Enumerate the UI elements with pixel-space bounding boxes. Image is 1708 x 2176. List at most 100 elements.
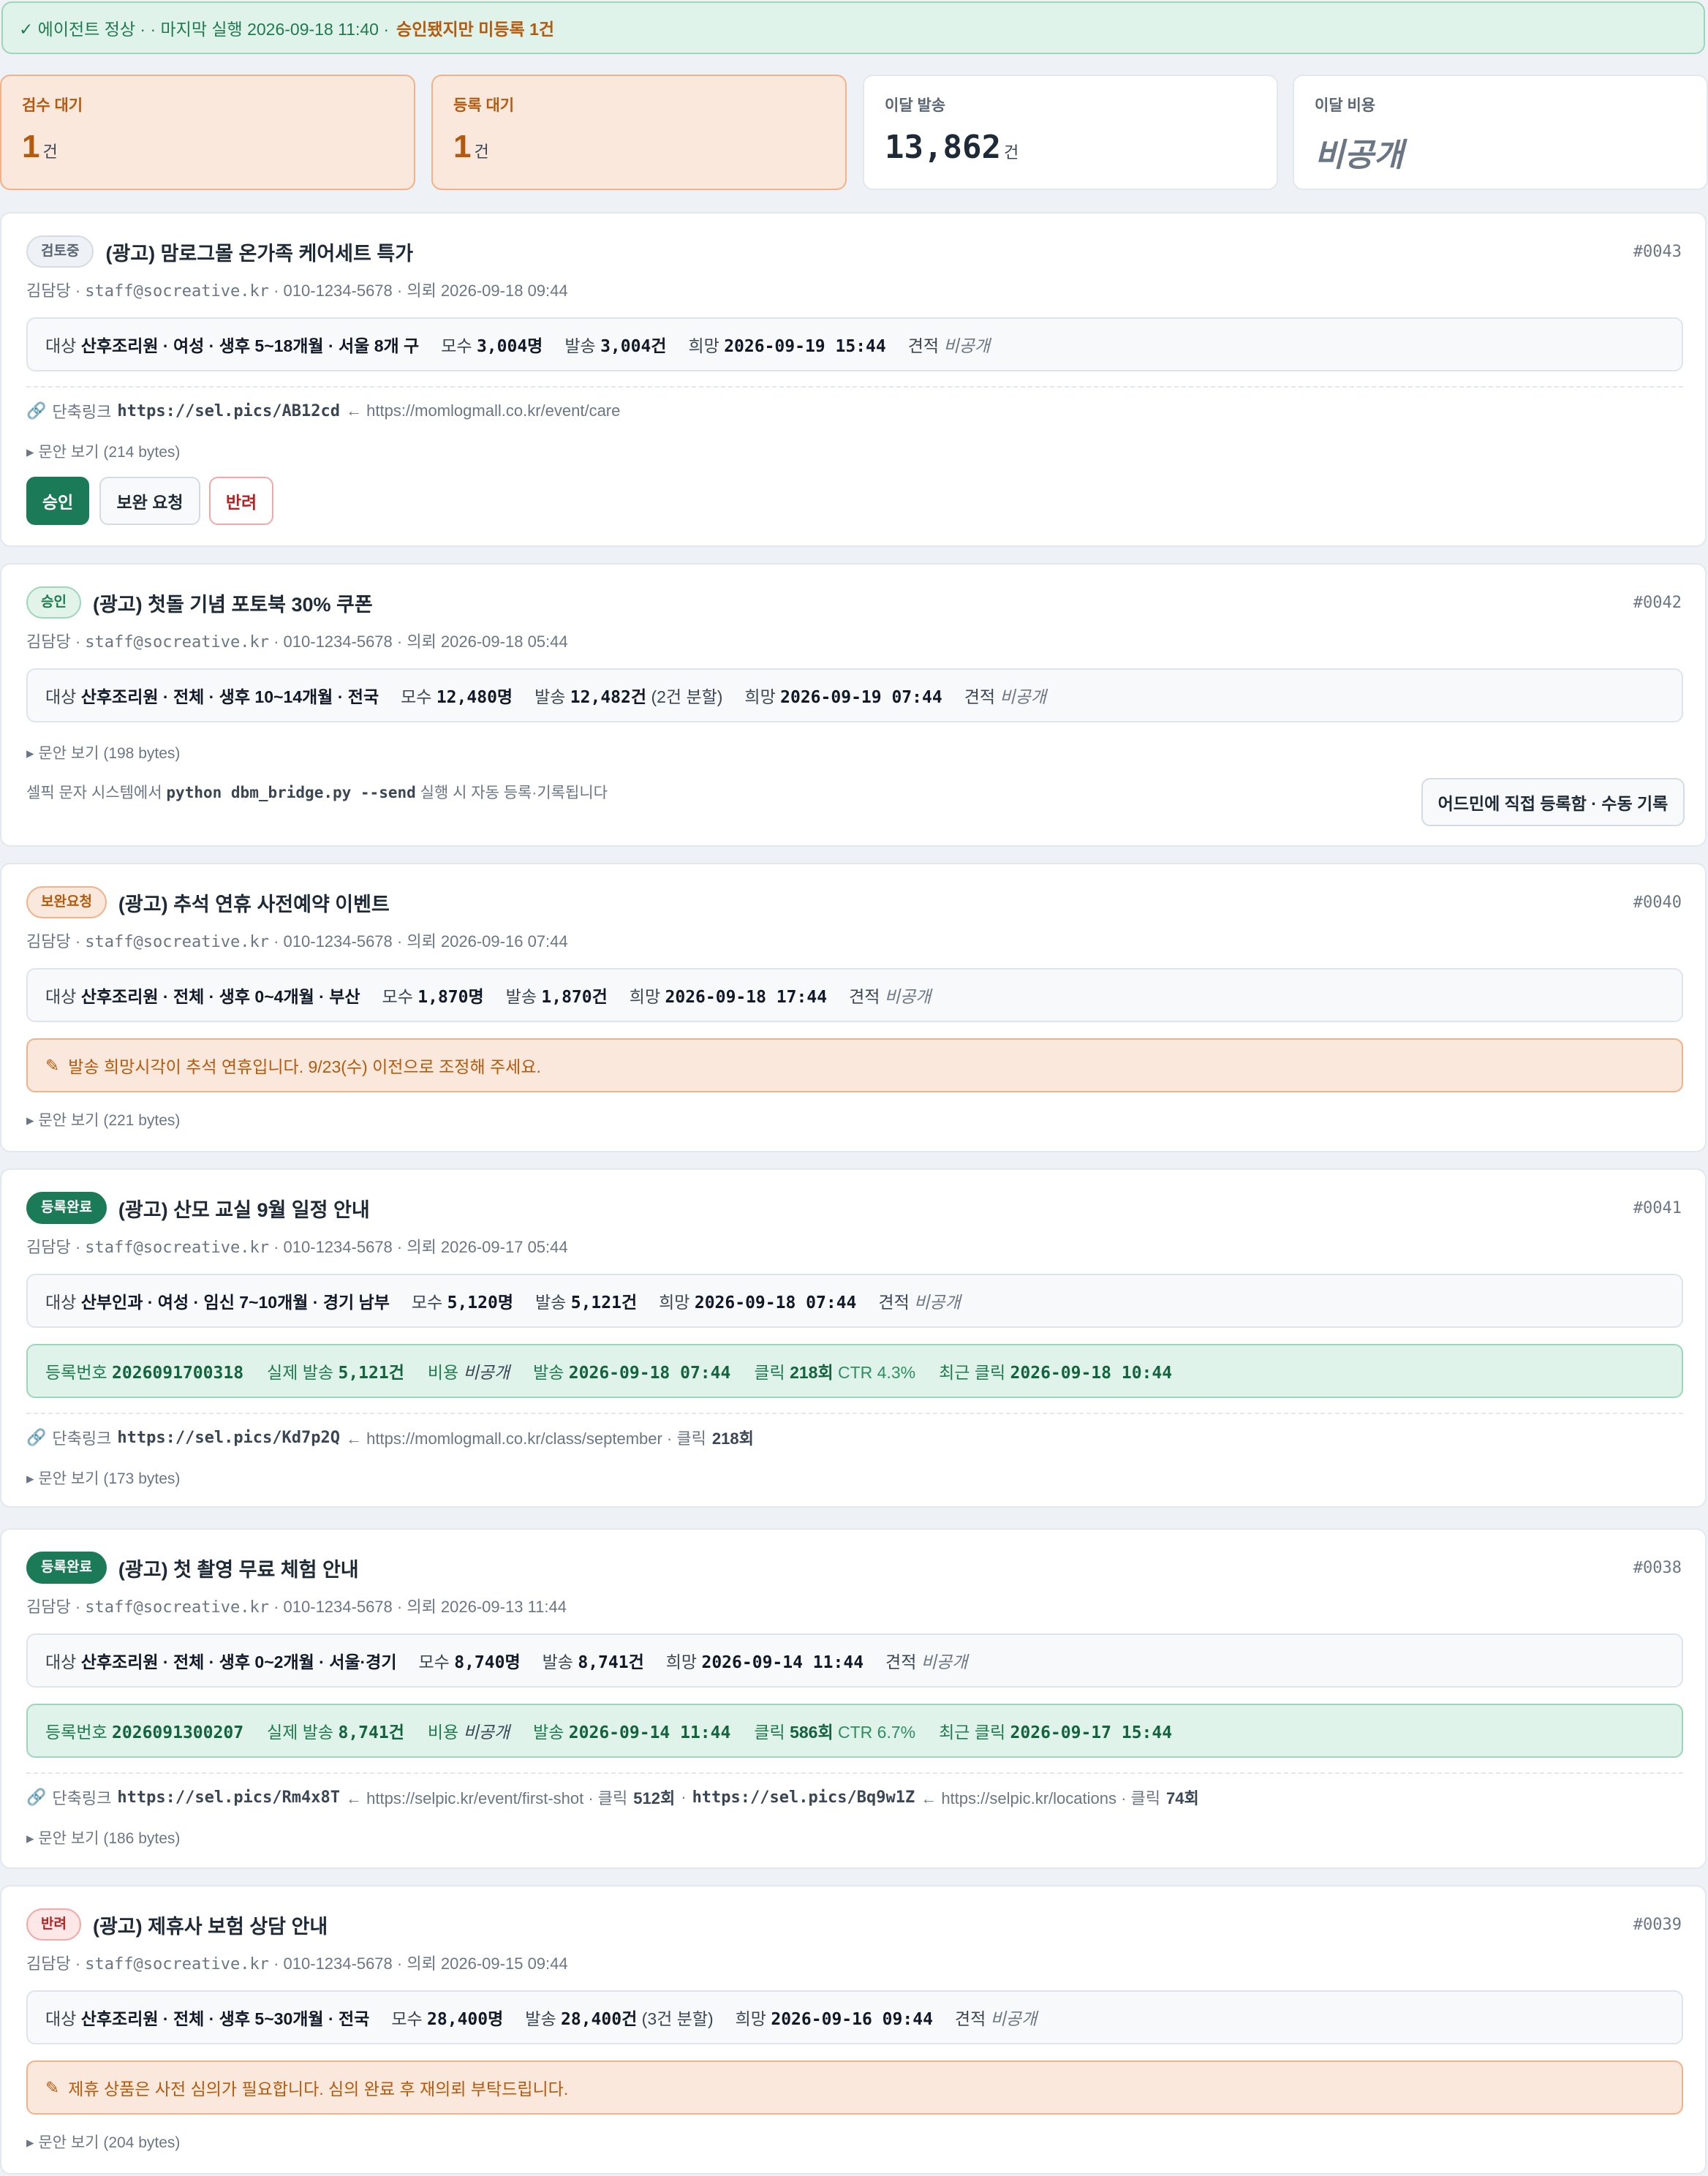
split-note: (3건 분할) bbox=[641, 2009, 714, 2028]
card-id: #0043 bbox=[1633, 243, 1682, 261]
card-id: #0038 bbox=[1633, 1559, 1682, 1577]
target-summary: 대상 산후조리원 · 여성 · 생후 5~18개월 · 서울 8개 구 모수 3… bbox=[26, 317, 1683, 371]
quote-value: 비공개 bbox=[943, 336, 990, 355]
target-summary: 대상 산후조리원 · 전체 · 생후 0~2개월 · 서울·경기 모수 8,74… bbox=[26, 1633, 1683, 1688]
requester-email: staff@socreative.kr bbox=[85, 633, 269, 651]
target-value: 산부인과 · 여성 · 임신 7~10개월 · 경기 남부 bbox=[80, 1293, 390, 1312]
card-meta: 김담당 · staff@socreative.kr · 010-1234-567… bbox=[26, 282, 568, 301]
link-icon: 🔗 bbox=[26, 1788, 47, 1806]
approve-button[interactable]: 승인 bbox=[26, 477, 89, 525]
message-toggle[interactable]: ▸ 문안 보기 (214 bytes) bbox=[26, 440, 180, 462]
population-value: 5,120명 bbox=[447, 1293, 513, 1312]
message-toggle[interactable]: ▸ 문안 보기 (198 bytes) bbox=[26, 741, 180, 763]
status-badge: 등록완료 bbox=[26, 1552, 107, 1584]
send-count-value: 28,400건 bbox=[561, 2010, 638, 2029]
requester-email: staff@socreative.kr bbox=[85, 933, 269, 951]
population-value: 1,870명 bbox=[417, 988, 484, 1007]
send-count-value: 1,870건 bbox=[541, 988, 608, 1007]
stat-label: 등록 대기 bbox=[453, 97, 515, 114]
original-url[interactable]: ← https://momlogmall.co.kr/event/care bbox=[346, 401, 620, 420]
divider bbox=[26, 386, 1683, 388]
actual-sent: 5,121건 bbox=[338, 1364, 404, 1383]
population-value: 3,004명 bbox=[476, 337, 543, 356]
registration-result: 등록번호 2026091700318 실제 발송 5,121건 비용 비공개 발… bbox=[26, 1344, 1683, 1398]
revision-note-text: 발송 희망시각이 추석 연휴입니다. 9/23(수) 이전으로 조정해 주세요. bbox=[68, 1057, 541, 1076]
stat-value: 비공개 bbox=[1315, 137, 1404, 173]
target-summary: 대상 산부인과 · 여성 · 임신 7~10개월 · 경기 남부 모수 5,12… bbox=[26, 1274, 1683, 1328]
stat-value: 13,862 bbox=[885, 129, 1001, 166]
card-meta: 김담당 · staff@socreative.kr · 010-1234-567… bbox=[26, 1598, 567, 1617]
rejection-note-text: 제휴 상품은 사전 심의가 필요합니다. 심의 완료 후 재의뢰 부탁드립니다. bbox=[68, 2079, 569, 2098]
link-icon: 🔗 bbox=[26, 401, 47, 420]
short-link-row: 🔗 단축링크 https://sel.pics/Kd7p2Q ← https:/… bbox=[26, 1426, 754, 1449]
original-url[interactable]: ← https://selpic.kr/locations · 클릭 bbox=[921, 1786, 1160, 1809]
population-value: 28,400명 bbox=[427, 2010, 504, 2029]
manual-record-button[interactable]: 어드민에 직접 등록함 · 수동 기록 bbox=[1421, 778, 1685, 826]
message-toggle[interactable]: ▸ 문안 보기 (186 bytes) bbox=[26, 1826, 180, 1848]
requester-email: staff@socreative.kr bbox=[85, 1239, 269, 1257]
message-toggle[interactable]: ▸ 문안 보기 (221 bytes) bbox=[26, 1108, 180, 1130]
request-card: 승인 (광고) 첫돌 기념 포토북 30% 쿠폰 #0042 김담당 · sta… bbox=[0, 563, 1707, 847]
link-click-count: 218회 bbox=[711, 1429, 754, 1448]
wish-time-value: 2026-09-18 17:44 bbox=[665, 988, 828, 1007]
target-summary: 대상 산후조리원 · 전체 · 생후 5~30개월 · 전국 모수 28,400… bbox=[26, 1990, 1683, 2044]
split-note: (2건 분할) bbox=[651, 687, 723, 706]
status-badge: 검토중 bbox=[26, 235, 94, 268]
message-toggle[interactable]: ▸ 문안 보기 (204 bytes) bbox=[26, 2131, 180, 2153]
stat-label: 이달 비용 bbox=[1315, 97, 1376, 114]
target-summary: 대상 산후조리원 · 전체 · 생후 0~4개월 · 부산 모수 1,870명 … bbox=[26, 968, 1683, 1022]
target-summary: 대상 산후조리원 · 전체 · 생후 10~14개월 · 전국 모수 12,48… bbox=[26, 668, 1683, 722]
divider bbox=[26, 1413, 1683, 1414]
rejection-note: ✎ 제휴 상품은 사전 심의가 필요합니다. 심의 완료 후 재의뢰 부탁드립니… bbox=[26, 2060, 1683, 2115]
wish-time-value: 2026-09-14 11:44 bbox=[701, 1653, 864, 1672]
request-card: 반려 (광고) 제휴사 보험 상담 안내 #0039 김담당 · staff@s… bbox=[0, 1885, 1707, 2175]
card-title: (광고) 첫 촬영 무료 체험 안내 bbox=[118, 1558, 359, 1581]
stat-unit: 건 bbox=[474, 143, 489, 161]
short-link[interactable]: https://sel.pics/Kd7p2Q bbox=[117, 1429, 340, 1447]
card-meta: 김담당 · staff@socreative.kr · 010-1234-567… bbox=[26, 932, 568, 951]
send-count-value: 3,004건 bbox=[600, 337, 667, 356]
actual-sent: 8,741건 bbox=[338, 1723, 404, 1742]
population-value: 8,740명 bbox=[454, 1653, 521, 1672]
stat-unit: 건 bbox=[42, 143, 58, 161]
card-title: (광고) 첫돌 기념 포토북 30% 쿠폰 bbox=[92, 593, 373, 616]
original-url[interactable]: ← https://selpic.kr/event/first-shot · 클… bbox=[346, 1786, 627, 1809]
card-id: #0039 bbox=[1633, 1916, 1682, 1934]
stat-label: 검수 대기 bbox=[22, 97, 83, 114]
request-card: 등록완료 (광고) 첫 촬영 무료 체험 안내 #0038 김담당 · staf… bbox=[0, 1528, 1707, 1869]
message-toggle[interactable]: ▸ 문안 보기 (173 bytes) bbox=[26, 1467, 180, 1489]
reject-button[interactable]: 반려 bbox=[209, 477, 273, 525]
short-link[interactable]: https://sel.pics/AB12cd bbox=[117, 402, 340, 420]
short-link[interactable]: https://sel.pics/Bq9w1Z bbox=[692, 1788, 915, 1807]
quote-value: 비공개 bbox=[921, 1652, 968, 1671]
stat-value: 1 bbox=[453, 129, 472, 165]
stat-review-pending[interactable]: 검수 대기 1건 bbox=[0, 75, 415, 190]
last-click-time: 2026-09-17 15:44 bbox=[1010, 1723, 1173, 1742]
last-click-time: 2026-09-18 10:44 bbox=[1010, 1364, 1173, 1383]
auto-register-note: 셀픽 문자 시스템에서 python dbm_bridge.py --send … bbox=[26, 784, 608, 801]
click-count: 586회 bbox=[790, 1723, 834, 1742]
request-revision-button[interactable]: 보완 요청 bbox=[99, 477, 200, 525]
request-card: 보완요청 (광고) 추석 연휴 사전예약 이벤트 #0040 김담당 · sta… bbox=[0, 863, 1707, 1152]
original-url[interactable]: ← https://momlogmall.co.kr/class/septemb… bbox=[346, 1426, 706, 1449]
requester-email: staff@socreative.kr bbox=[85, 282, 269, 301]
link-click-count: 512회 bbox=[633, 1789, 676, 1807]
cost-value: 비공개 bbox=[463, 1363, 510, 1382]
card-title: (광고) 산모 교실 9월 일정 안내 bbox=[118, 1198, 370, 1221]
target-value: 산후조리원 · 전체 · 생후 0~4개월 · 부산 bbox=[80, 987, 360, 1006]
target-value: 산후조리원 · 여성 · 생후 5~18개월 · 서울 8개 구 bbox=[80, 336, 420, 355]
card-title: (광고) 맘로그몰 온가족 케어세트 특가 bbox=[105, 242, 414, 265]
card-meta: 김담당 · staff@socreative.kr · 010-1234-567… bbox=[26, 1954, 568, 1973]
short-link[interactable]: https://sel.pics/Rm4x8T bbox=[117, 1788, 340, 1807]
stat-register-pending[interactable]: 등록 대기 1건 bbox=[431, 75, 847, 190]
pencil-icon: ✎ bbox=[45, 1055, 60, 1075]
card-meta: 김담당 · staff@socreative.kr · 010-1234-567… bbox=[26, 1238, 568, 1257]
wish-time-value: 2026-09-19 15:44 bbox=[724, 337, 886, 356]
card-title: (광고) 제휴사 보험 상담 안내 bbox=[92, 1915, 328, 1938]
link-click-count: 74회 bbox=[1166, 1789, 1199, 1807]
divider bbox=[26, 1772, 1683, 1774]
send-count-value: 12,482건 bbox=[570, 688, 647, 707]
send-count-value: 8,741건 bbox=[578, 1653, 644, 1672]
status-badge: 반려 bbox=[26, 1908, 81, 1941]
registration-result: 등록번호 2026091300207 실제 발송 8,741건 비용 비공개 발… bbox=[26, 1704, 1683, 1758]
